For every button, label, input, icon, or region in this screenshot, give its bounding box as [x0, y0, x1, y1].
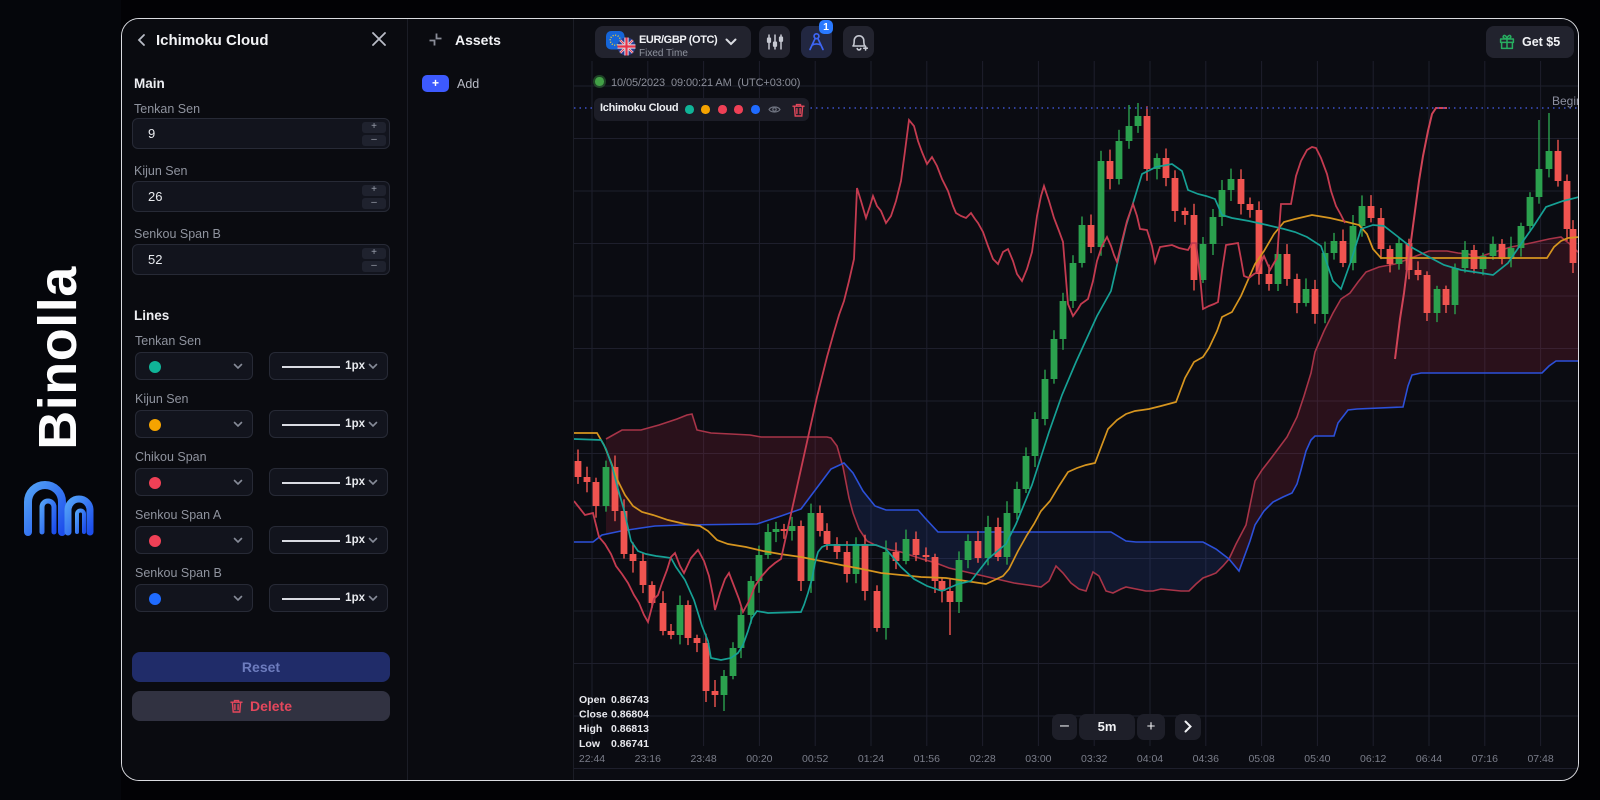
svg-text:01:56: 01:56	[914, 753, 940, 765]
svg-text:23:16: 23:16	[635, 753, 661, 765]
svg-text:05:40: 05:40	[1304, 753, 1330, 765]
svg-text:00:20: 00:20	[746, 753, 772, 765]
svg-text:07:16: 07:16	[1472, 753, 1498, 765]
svg-text:06:44: 06:44	[1416, 753, 1442, 765]
svg-text:04:04: 04:04	[1137, 753, 1163, 765]
svg-text:01:24: 01:24	[858, 753, 884, 765]
svg-text:Close: Close	[579, 709, 608, 721]
svg-text:Open: Open	[579, 694, 606, 706]
svg-text:06:12: 06:12	[1360, 753, 1386, 765]
svg-text:0.86743: 0.86743	[611, 694, 649, 706]
svg-text:Begin: Begin	[1552, 94, 1579, 108]
svg-text:Low: Low	[579, 738, 601, 750]
svg-text:22:44: 22:44	[579, 753, 605, 765]
svg-text:07:48: 07:48	[1527, 753, 1553, 765]
svg-text:High: High	[579, 723, 602, 735]
svg-text:04:36: 04:36	[1193, 753, 1219, 765]
svg-text:00:52: 00:52	[802, 753, 828, 765]
svg-text:02:28: 02:28	[969, 753, 995, 765]
svg-text:0.86741: 0.86741	[611, 738, 649, 750]
svg-text:23:48: 23:48	[690, 753, 716, 765]
svg-text:05:08: 05:08	[1248, 753, 1274, 765]
svg-text:0.86804: 0.86804	[611, 709, 649, 721]
svg-text:03:32: 03:32	[1081, 753, 1107, 765]
svg-text:0.86813: 0.86813	[611, 723, 649, 735]
svg-text:03:00: 03:00	[1025, 753, 1051, 765]
